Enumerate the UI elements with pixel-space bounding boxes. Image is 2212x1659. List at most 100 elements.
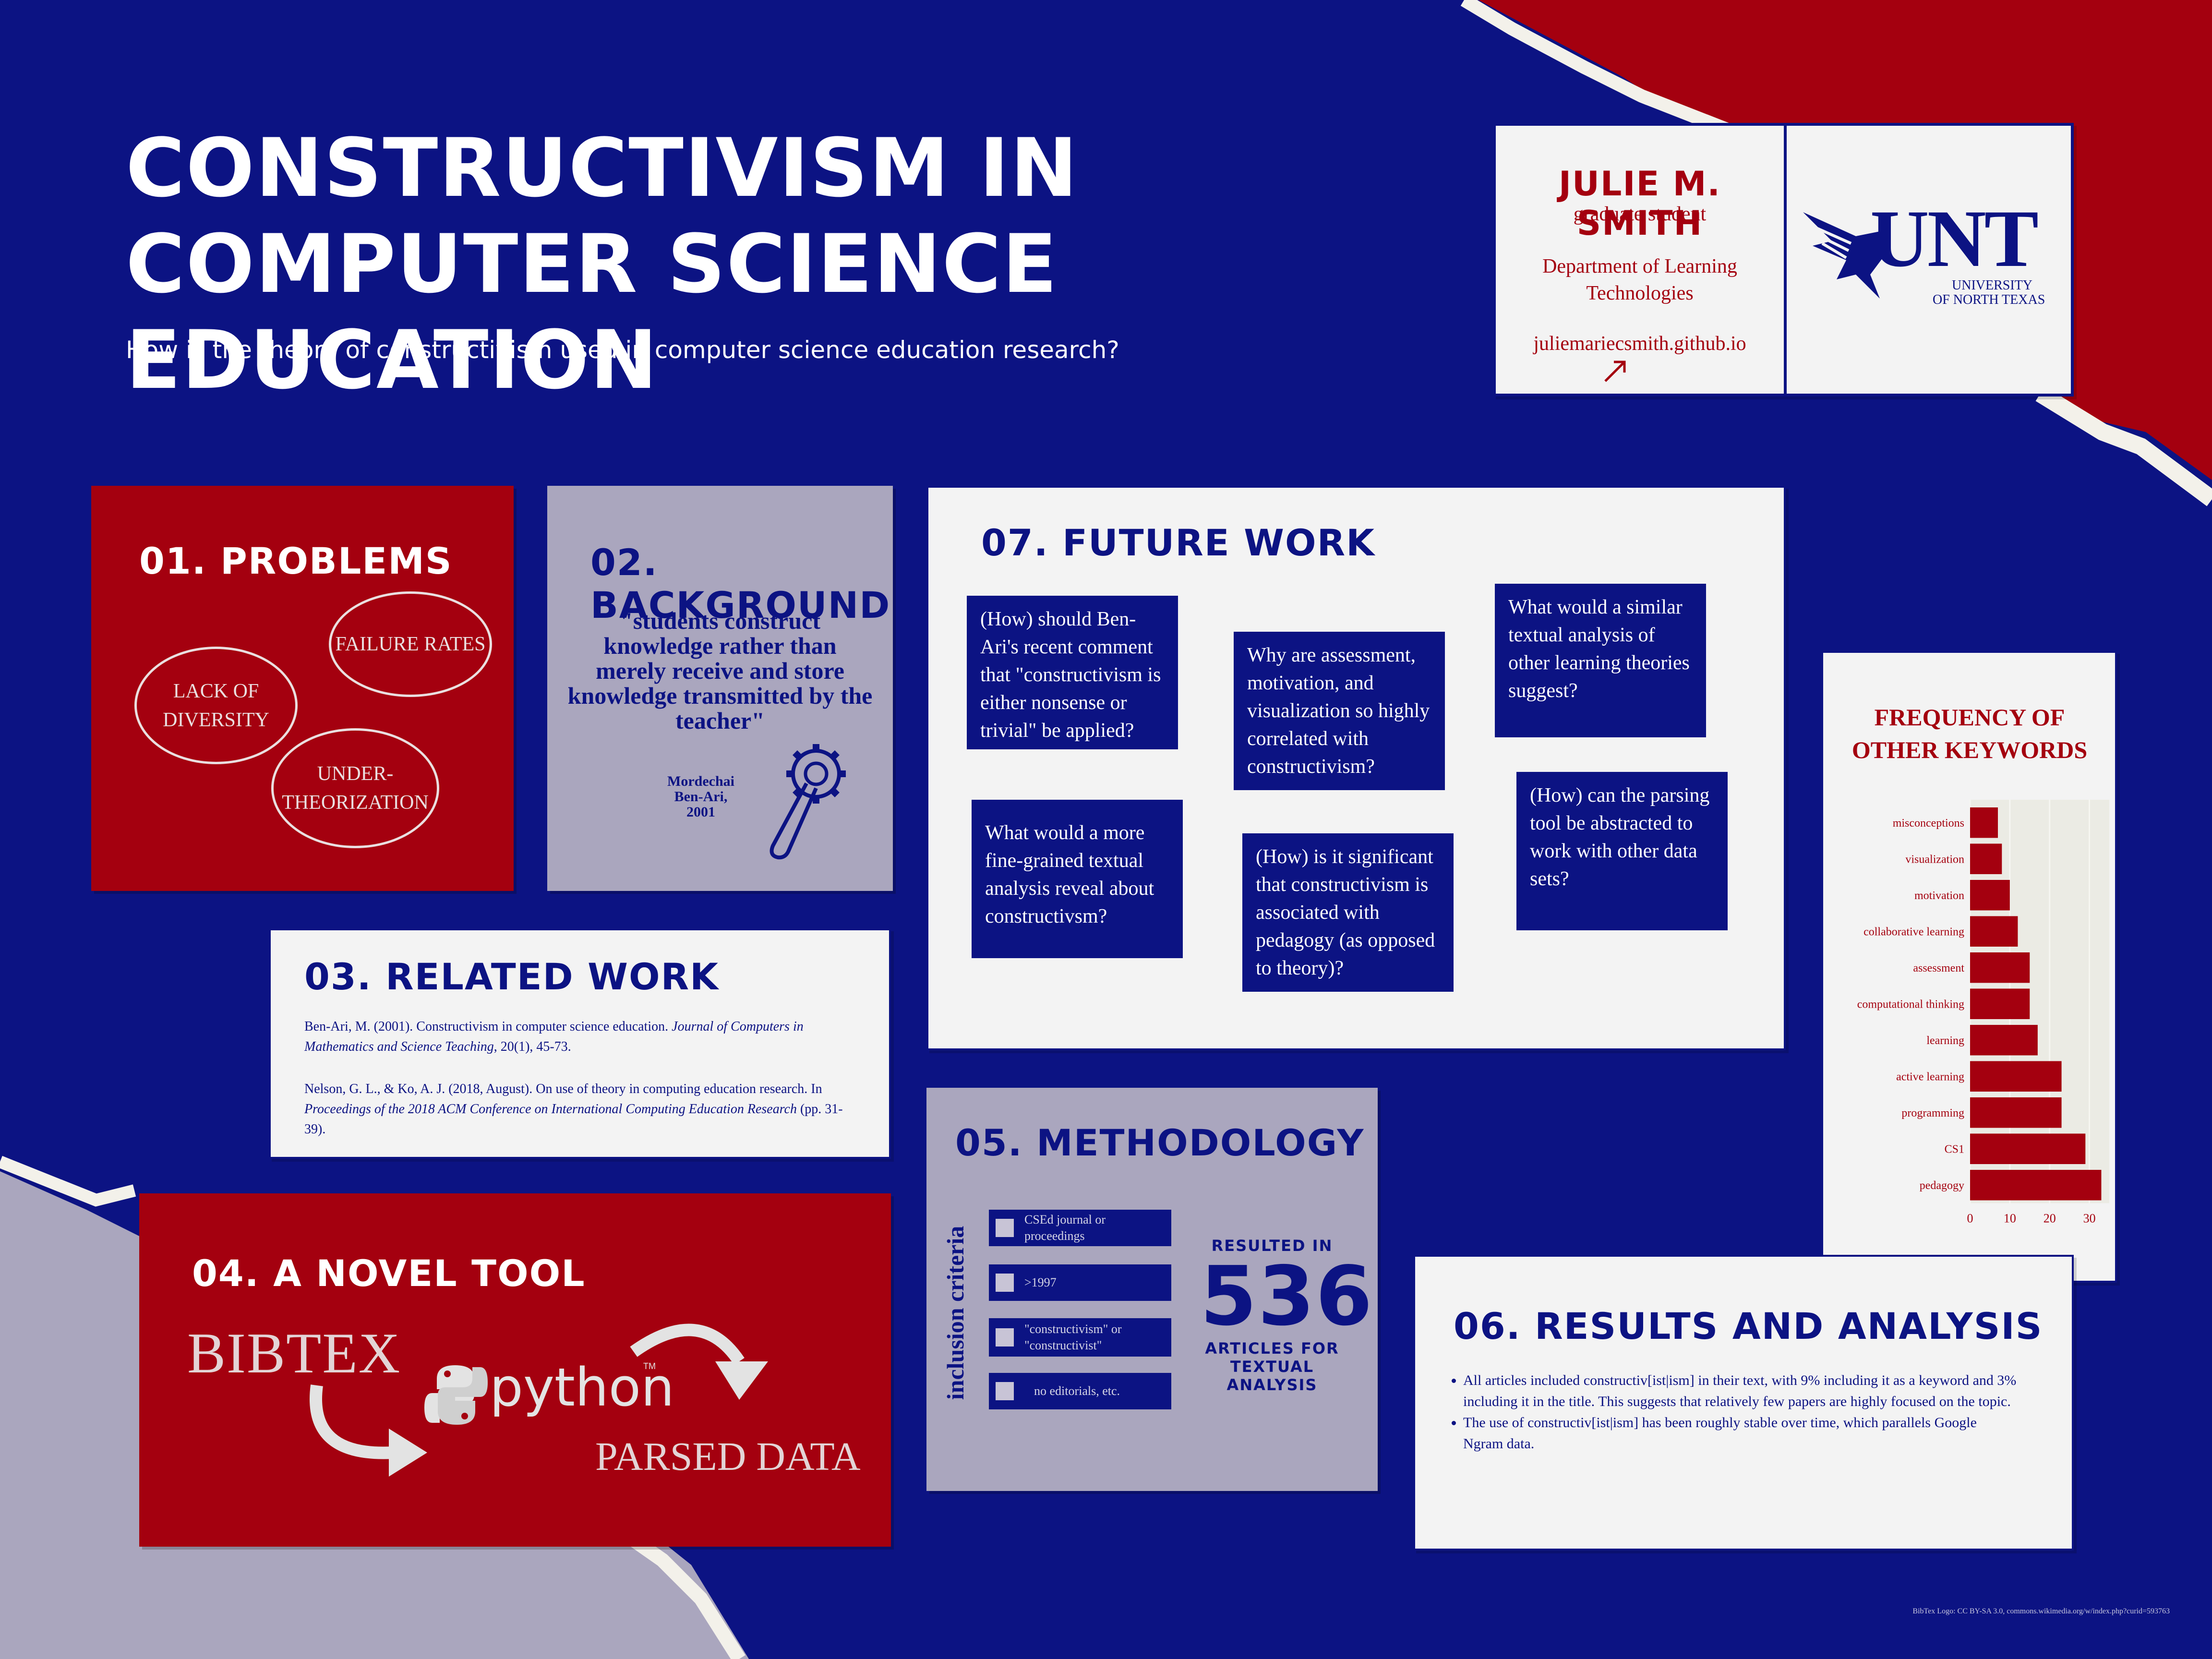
bar-misconceptions [1970,807,1998,838]
problem-under-theorization: UNDER-THEORIZATION [271,728,439,848]
result-bullet-1: All articles included constructiv[ist|is… [1463,1370,2020,1412]
criterion-1-text: CSEd journal or proceedings [1024,1213,1106,1243]
category-label: collaborative learning [1863,926,1964,938]
criterion-4: no editorials, etc. [989,1373,1171,1409]
methodology-heading: 05. METHODOLOGY [955,1121,1365,1164]
keyword-bar-chart: misconceptions visualization motivation col… [1857,800,2109,1226]
criterion-2: >1997 [989,1264,1171,1301]
novel-tool-panel: 04. A NOVEL TOOL BIBTEX python TM PARSED… [139,1193,891,1547]
author-card-divider [1784,126,1787,394]
x-tick-label: 0 [1967,1212,1973,1226]
novel-tool-heading: 04. A NOVEL TOOL [192,1252,586,1295]
curved-arrow-2-icon [630,1323,768,1400]
checkbox-icon [996,1219,1014,1237]
bibtex-logo-credit: BibTex Logo: CC BY-SA 3.0, commons.wikim… [1912,1607,2170,1615]
future-work-heading: 07. FUTURE WORK [981,521,1376,564]
future-question-2: Why are assessment, motivation, and visu… [1234,632,1445,790]
category-label: assessment [1913,962,1964,974]
bar-active-learning [1970,1061,2062,1092]
reference-2-text: Nelson, G. L., & Ko, A. J. (2018, August… [304,1082,822,1096]
bar-assessment [1970,952,2030,983]
reference-1: Ben-Ari, M. (2001). Constructivism in co… [304,1017,847,1057]
checkbox-icon [996,1328,1014,1346]
reference-1-tail: , 20(1), 45-73. [493,1039,571,1054]
x-tick-label: 30 [2083,1212,2096,1226]
background-panel: 02. BACKGROUND "students construct knowl… [547,486,893,891]
department-line-2: Technologies [1586,282,1694,304]
criterion-3: "constructivism" or "constructivist" [989,1318,1171,1357]
unt-logo-subtitle: UNIVERSITY OF NORTH TEXAS [1933,278,2045,307]
arrow-up-right-icon [1604,361,1626,382]
title-line-1: CONSTRUCTIVISM IN [126,121,1079,215]
research-question: How is the theory of constructivism used… [126,336,1119,364]
articles-for-label: ARTICLES FOR [1205,1339,1339,1358]
category-label: learning [1926,1034,1964,1047]
x-tick-label: 10 [2004,1212,2016,1226]
category-label: motivation [1914,890,1964,902]
bar-learning [1970,1025,2038,1056]
problem-failure-rates: FAILURE RATES [329,591,492,697]
criterion-3-text: "constructivism" or "constructivist" [1024,1322,1122,1352]
future-question-4: What would a more fine-grained textual a… [972,800,1183,958]
future-question-5: (How) is it significant that constructiv… [1242,833,1454,992]
results-heading: 06. RESULTS AND ANALYSIS [1454,1305,2043,1347]
attribution-line-2: Ben-Ari, [674,789,728,805]
unt-sub-2: OF NORTH TEXAS [1933,292,2045,307]
department-line-1: Department of Learning [1542,255,1737,277]
unt-logo-text: UNT [1870,193,2039,284]
problems-heading: 01. PROBLEMS [139,540,453,582]
author-role: graduate student [1573,203,1707,225]
parsed-data-label: PARSED DATA [595,1434,861,1479]
wrench-gear-icon [769,744,846,860]
curved-arrow-icon [310,1384,427,1477]
category-label: active learning [1896,1070,1964,1083]
future-question-6: (How) can the parsing tool be abstracted… [1516,772,1728,930]
bar-cs1 [1970,1133,2086,1164]
python-logo-icon [424,1365,488,1425]
results-list: All articles included constructiv[ist|is… [1444,1370,2020,1455]
future-question-3: What would a similar textual analysis of… [1495,584,1706,737]
bar-visualization [1970,843,2002,874]
problems-panel: 01. PROBLEMS FAILURE RATES LACK OF DIVER… [91,486,514,891]
author-department: Department of Learning Technologies [1496,253,1784,307]
bar-pedagogy [1970,1170,2102,1201]
reference-2: Nelson, G. L., & Ko, A. J. (2018, August… [304,1079,847,1140]
unt-sub-1: UNIVERSITY [1952,278,2032,293]
bar-computational-thinking [1970,988,2030,1019]
inclusion-criteria-label: inclusion criteria [942,1226,969,1400]
quote-attribution: Mordechai Ben-Ari, 2001 [667,774,734,820]
criterion-2-text: >1997 [1024,1275,1057,1289]
result-bullet-2: The use of constructiv[ist|ism] has been… [1463,1412,2020,1455]
future-question-1: (How) should Ben-Ari's recent comment th… [967,596,1178,749]
unt-logo: UNT UNIVERSITY OF NORTH TEXAS [1798,198,2067,323]
category-label: visualization [1905,853,1964,866]
title-line-2: COMPUTER SCIENCE EDUCATION [126,217,1058,407]
criterion-1: CSEd journal or proceedings [989,1210,1171,1246]
attribution-line-1: Mordechai [667,773,734,789]
category-label: programming [1901,1107,1964,1119]
reference-2-proceedings: Proceedings of the 2018 ACM Conference o… [304,1102,797,1117]
criterion-4-text: no editorials, etc. [1034,1384,1120,1398]
category-label: pedagogy [1920,1179,1964,1192]
attribution-line-3: 2001 [686,804,715,820]
x-tick-label: 20 [2044,1212,2056,1226]
category-label: misconceptions [1893,817,1964,830]
poster-title: CONSTRUCTIVISM IN COMPUTER SCIENCE EDUCA… [126,120,1374,408]
checkbox-icon [996,1274,1014,1292]
related-work-panel: 03. RELATED WORK Ben-Ari, M. (2001). Con… [269,928,891,1159]
article-count: 536 [1200,1249,1373,1344]
reference-1-text: Ben-Ari, M. (2001). Constructivism in co… [304,1019,672,1034]
bar-programming [1970,1097,2062,1128]
author-website-link[interactable]: juliemariecsmith.github.io [1496,332,1784,355]
results-panel: 06. RESULTS AND ANALYSIS All articles in… [1413,1255,2074,1551]
checkbox-icon [996,1382,1014,1400]
future-work-panel: 07. FUTURE WORK (How) should Ben-Ari's r… [926,486,1786,1050]
background-quote: "students construct knowledge rather tha… [567,607,873,734]
category-label: CS1 [1945,1143,1964,1155]
related-work-heading: 03. RELATED WORK [304,955,720,998]
author-card: JULIE M. SMITH graduate student Departme… [1493,123,2074,397]
bar-motivation [1970,880,2010,911]
problem-lack-of-diversity: LACK OF DIVERSITY [134,647,298,764]
bar-collaborative-learning [1970,916,2018,947]
textual-analysis-label: TEXTUAL ANALYSIS [1226,1358,1318,1394]
